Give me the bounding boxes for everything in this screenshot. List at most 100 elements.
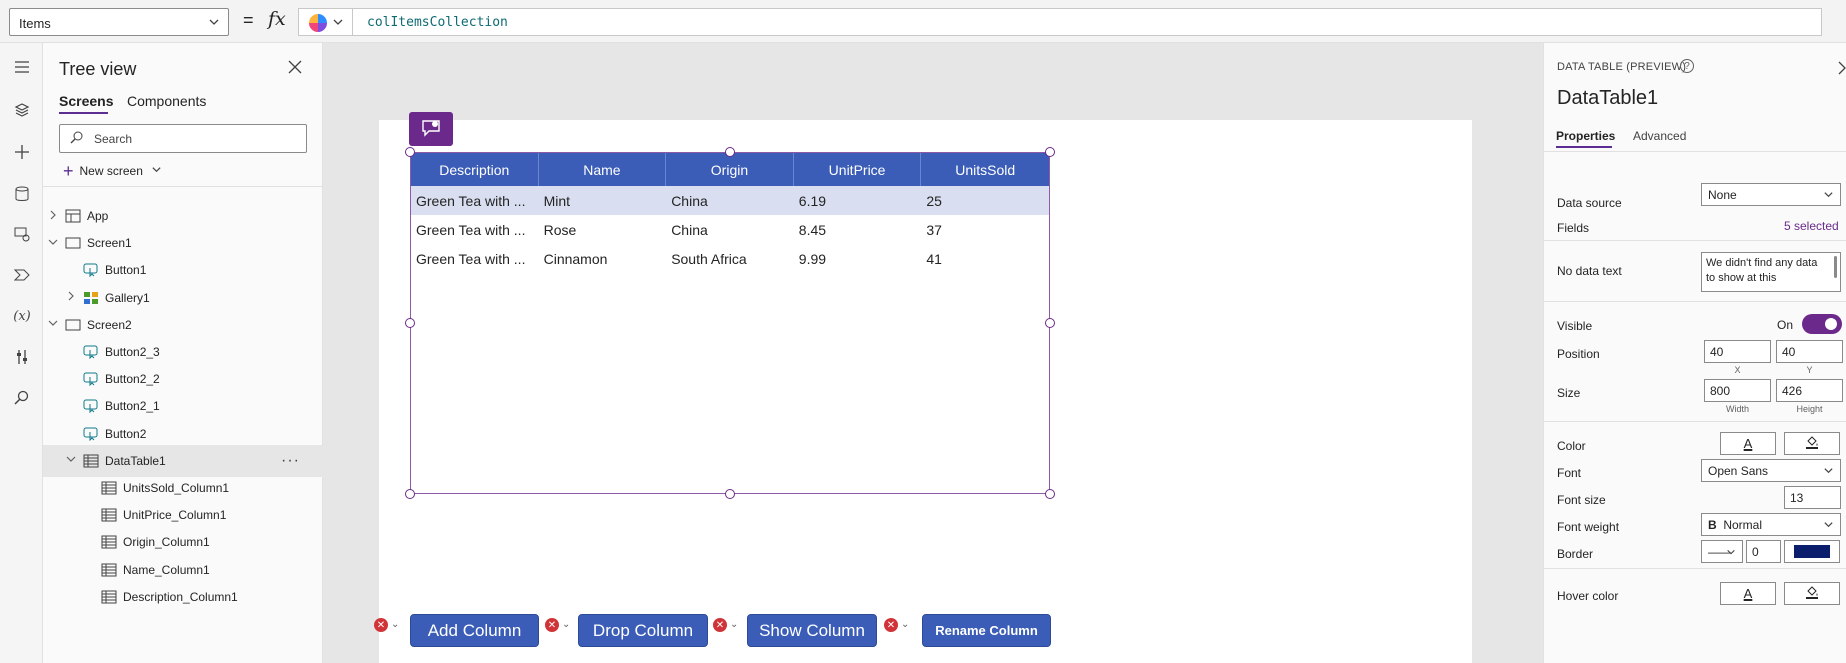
- border-color-swatch: [1794, 545, 1830, 558]
- hamburger-icon[interactable]: [7, 52, 37, 82]
- column-header[interactable]: Origin: [666, 153, 794, 186]
- font-color-icon: A: [1743, 436, 1753, 451]
- position-y-value: 40: [1782, 345, 1796, 359]
- media-icon[interactable]: [7, 219, 37, 249]
- tab-components[interactable]: Components: [127, 93, 206, 109]
- position-y-input[interactable]: 40: [1776, 340, 1843, 363]
- chevron-down-icon[interactable]: [47, 319, 59, 330]
- chevron-down-icon[interactable]: [65, 455, 77, 466]
- hover-text-color-button[interactable]: A: [1720, 582, 1776, 605]
- border-label: Border: [1557, 547, 1594, 561]
- table-cell: Green Tea with ...: [416, 250, 526, 267]
- column-header[interactable]: Description: [411, 153, 539, 186]
- variables-icon[interactable]: (x): [7, 301, 37, 331]
- drop-column-button[interactable]: Drop Column: [578, 614, 708, 647]
- table-cell: Cinnamon: [543, 250, 608, 267]
- data-table[interactable]: Description Name Origin UnitPrice UnitsSold …: [410, 152, 1050, 494]
- font-size-value: 13: [1790, 491, 1804, 505]
- width-label: Width: [1725, 404, 1749, 414]
- chevron-right-icon[interactable]: [1837, 61, 1846, 78]
- rename-column-button[interactable]: Rename Column: [922, 614, 1051, 647]
- border-width-input[interactable]: 0: [1746, 540, 1781, 563]
- resize-handle-top[interactable]: [725, 147, 735, 157]
- text-color-button[interactable]: A: [1720, 432, 1776, 455]
- resize-handle-top-left[interactable]: [405, 147, 415, 157]
- fill-color-button[interactable]: [1784, 432, 1840, 455]
- property-dropdown[interactable]: Items: [9, 8, 229, 36]
- control-name: DataTable1: [1557, 87, 1659, 109]
- tab-screens[interactable]: Screens: [59, 93, 113, 109]
- hover-fill-color-button[interactable]: [1784, 582, 1840, 605]
- table-cell: China: [671, 192, 708, 209]
- column-header[interactable]: UnitsSold: [921, 153, 1049, 186]
- tab-properties[interactable]: Properties: [1556, 129, 1615, 143]
- chevron-right-icon[interactable]: [65, 291, 77, 304]
- data-icon[interactable]: [7, 179, 37, 209]
- divider: [1544, 151, 1846, 152]
- data-source-label: Data source: [1557, 196, 1622, 210]
- position-x-input[interactable]: 40: [1704, 340, 1771, 363]
- power-automate-icon[interactable]: [7, 260, 37, 290]
- font-weight-select[interactable]: B Normal: [1701, 513, 1841, 536]
- add-column-button[interactable]: Add Column: [410, 614, 539, 647]
- x-label: X: [1734, 365, 1741, 375]
- error-icon[interactable]: ✕: [374, 618, 388, 632]
- position-label: Position: [1557, 347, 1600, 361]
- chevron-down-icon[interactable]: [47, 238, 59, 249]
- size-width-input[interactable]: 800: [1704, 379, 1771, 402]
- table-row[interactable]: Green Tea with ... Cinnamon South Africa 9.…: [411, 244, 1049, 273]
- help-icon[interactable]: ?: [1680, 59, 1694, 73]
- comment-button[interactable]: [409, 112, 453, 146]
- column-header[interactable]: Name: [539, 153, 667, 186]
- resize-handle-bottom-left[interactable]: [405, 489, 415, 499]
- error-icon[interactable]: ✕: [713, 618, 727, 632]
- table-cell: 9.99: [798, 250, 827, 267]
- error-icon[interactable]: ✕: [545, 618, 559, 632]
- size-label: Size: [1557, 386, 1581, 400]
- resize-handle-top-right[interactable]: [1045, 147, 1055, 157]
- resize-handle-left[interactable]: [405, 318, 415, 328]
- chevron-down-icon[interactable]: ⌄: [730, 619, 738, 630]
- column-header[interactable]: UnitPrice: [794, 153, 922, 186]
- border-color-button[interactable]: [1784, 540, 1840, 563]
- table-row[interactable]: Green Tea with ... Rose China 8.45 37: [411, 215, 1049, 244]
- no-data-text-input[interactable]: We didn't find any data to show at this: [1701, 252, 1841, 292]
- data-source-select[interactable]: None: [1701, 183, 1841, 206]
- tree-view-icon[interactable]: [7, 95, 37, 125]
- fields-link[interactable]: 5 selected: [1784, 219, 1839, 233]
- font-select[interactable]: Open Sans: [1701, 459, 1841, 482]
- chevron-right-icon[interactable]: [47, 210, 59, 223]
- new-screen-button[interactable]: + New screen: [63, 160, 162, 182]
- size-height-input[interactable]: 426: [1776, 379, 1843, 402]
- chevron-down-icon: [1823, 519, 1834, 533]
- property-dropdown-value: Items: [19, 16, 51, 31]
- chevron-down-icon[interactable]: ⌄: [901, 619, 909, 630]
- close-icon[interactable]: [288, 59, 302, 79]
- tree-search-input[interactable]: Search: [59, 124, 307, 153]
- no-data-text-value: We didn't find any data to show at this: [1706, 257, 1818, 284]
- tree-item-label: UnitsSold_Column1: [123, 481, 230, 495]
- insert-icon[interactable]: [7, 137, 37, 167]
- error-icon[interactable]: ✕: [884, 618, 898, 632]
- resize-handle-right[interactable]: [1045, 318, 1055, 328]
- search-icon[interactable]: [7, 383, 37, 413]
- font-weight-value: Normal: [1723, 518, 1763, 532]
- tab-advanced[interactable]: Advanced: [1633, 129, 1686, 143]
- visible-toggle[interactable]: [1802, 314, 1842, 334]
- scrollbar[interactable]: [1834, 256, 1837, 278]
- more-options-icon[interactable]: ···: [281, 452, 300, 470]
- table-row[interactable]: Green Tea with ... Mint China 6.19 25: [411, 186, 1049, 215]
- formula-input[interactable]: colItemsCollection: [352, 8, 1822, 36]
- resize-handle-bottom[interactable]: [725, 489, 735, 499]
- copilot-button[interactable]: [298, 8, 352, 36]
- show-column-button[interactable]: Show Column: [747, 614, 877, 647]
- tree-item-label: UnitPrice_Column1: [123, 508, 227, 523]
- chevron-down-icon[interactable]: ⌄: [562, 619, 570, 630]
- advanced-tools-icon[interactable]: [7, 342, 37, 372]
- paint-bucket-icon: [1805, 435, 1819, 452]
- resize-handle-bottom-right[interactable]: [1045, 489, 1055, 499]
- tree-item-description-column1[interactable]: Description_Column1: [43, 581, 323, 613]
- chevron-down-icon[interactable]: ⌄: [391, 619, 399, 630]
- border-style-select[interactable]: ——: [1701, 540, 1743, 563]
- font-size-input[interactable]: 13: [1784, 486, 1841, 509]
